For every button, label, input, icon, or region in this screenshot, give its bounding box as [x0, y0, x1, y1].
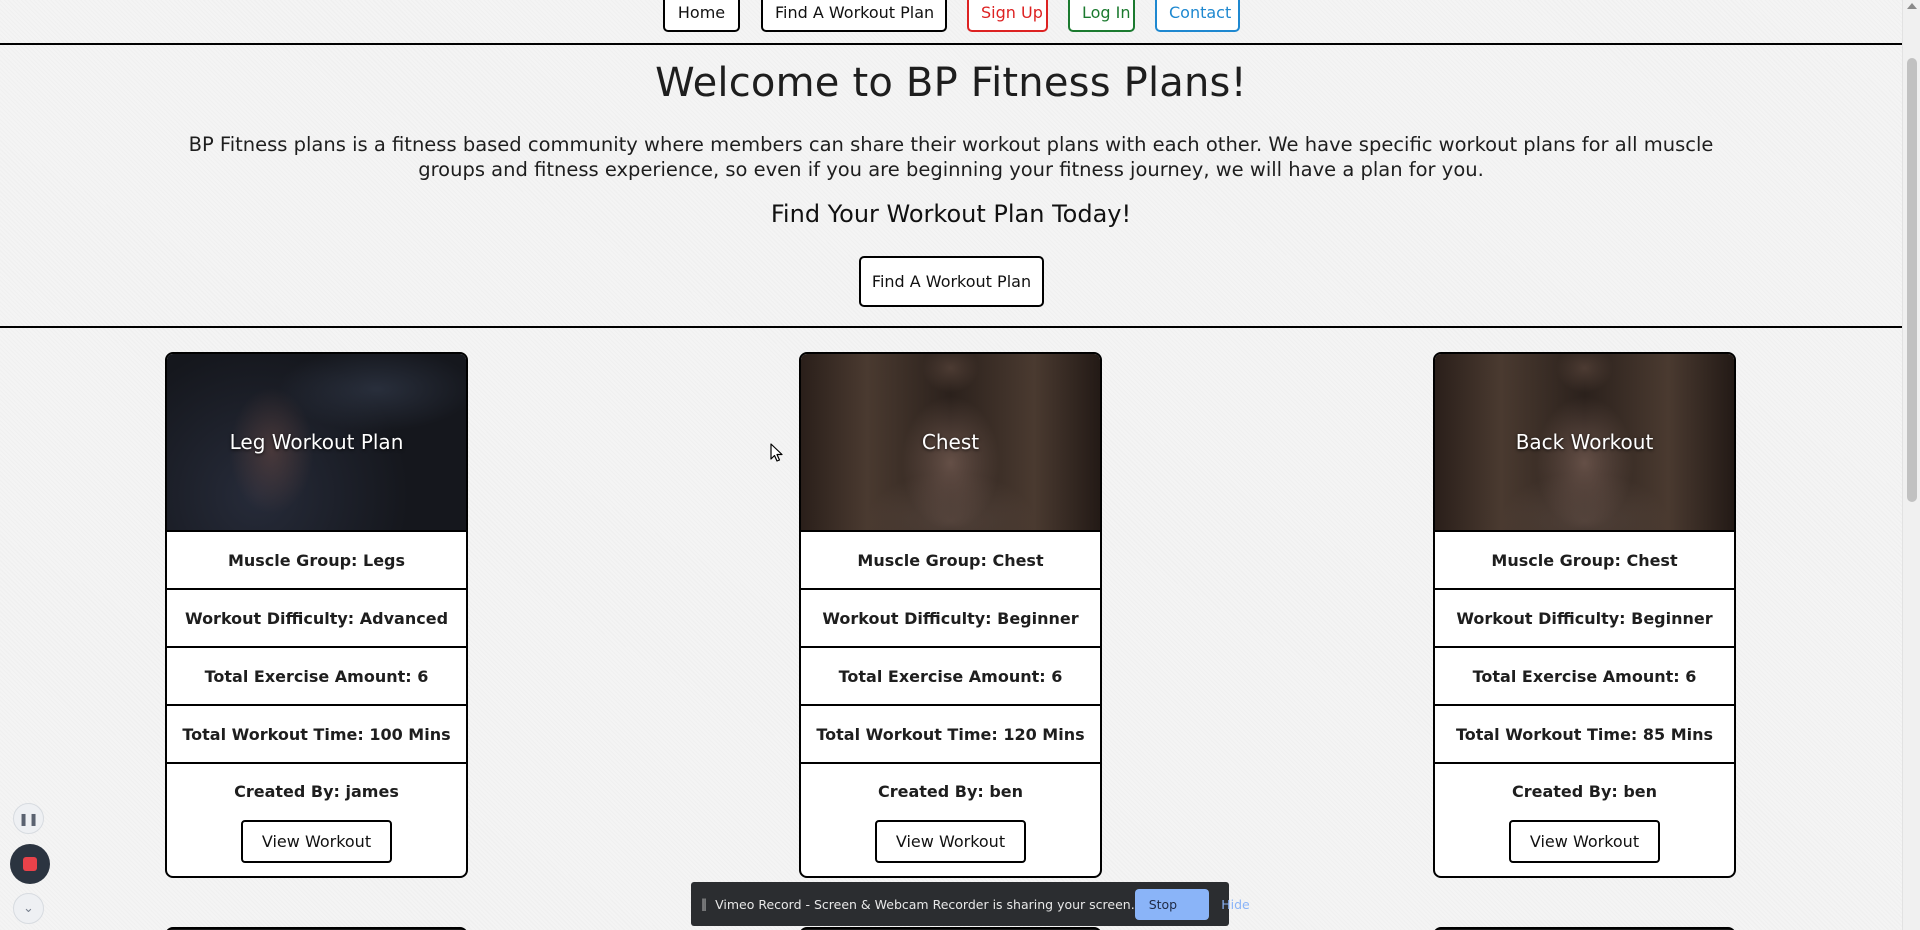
muscle-group: Muscle Group: Chest — [801, 530, 1100, 588]
workout-card-title: Leg Workout Plan — [229, 430, 404, 454]
hide-button[interactable]: Hide — [1221, 897, 1250, 912]
section-divider — [0, 326, 1902, 328]
stop-icon — [23, 857, 37, 871]
workout-difficulty: Workout Difficulty: Advanced — [167, 588, 466, 646]
pause-icon: ❚❚ — [18, 811, 39, 826]
workout-time: Total Workout Time: 85 Mins — [1435, 704, 1734, 762]
muscle-group: Muscle Group: Legs — [167, 530, 466, 588]
nav-home-button[interactable]: Home — [663, 0, 740, 32]
workout-difficulty: Workout Difficulty: Beginner — [801, 588, 1100, 646]
screen-sharing-bar: || Vimeo Record - Screen & Webcam Record… — [691, 882, 1250, 930]
card-footer: Created By: james View Workout — [167, 762, 466, 872]
recorder-collapse-button[interactable]: ⌄ — [13, 893, 44, 924]
view-workout-button[interactable]: View Workout — [875, 820, 1026, 863]
workout-card-image: Leg Workout Plan — [167, 354, 466, 530]
nav-signup-button[interactable]: Sign Up — [967, 0, 1048, 32]
nav-login-button[interactable]: Log In — [1068, 0, 1135, 32]
workout-card-image: Back Workout — [1435, 354, 1734, 530]
stop-sharing-button[interactable]: Stop sharing — [1134, 888, 1210, 930]
created-by: Created By: ben — [1511, 782, 1658, 801]
sharing-notice: Vimeo Record - Screen & Webcam Recorder … — [715, 896, 1135, 912]
workout-card-title: Back Workout — [1515, 430, 1654, 454]
muscle-group: Muscle Group: Chest — [1435, 530, 1734, 588]
page-title: Welcome to BP Fitness Plans! — [655, 60, 1247, 106]
exercise-amount: Total Exercise Amount: 6 — [801, 646, 1100, 704]
view-workout-button[interactable]: View Workout — [1509, 820, 1660, 863]
workout-card: Leg Workout Plan Muscle Group: Legs Work… — [165, 352, 468, 878]
scroll-up-arrow-icon[interactable] — [1907, 3, 1917, 9]
recorder-stop-button[interactable] — [10, 844, 50, 884]
scrollbar-thumb[interactable] — [1907, 58, 1917, 502]
created-by: Created By: james — [234, 782, 399, 801]
top-nav: Home Find A Workout Plan Sign Up Log In … — [0, 0, 1902, 45]
exercise-amount: Total Exercise Amount: 6 — [1435, 646, 1734, 704]
drag-handle-icon[interactable]: || — [701, 897, 707, 911]
workout-difficulty: Workout Difficulty: Beginner — [1435, 588, 1734, 646]
hero-find-workout-button[interactable]: Find A Workout Plan — [859, 256, 1044, 307]
workout-time: Total Workout Time: 120 Mins — [801, 704, 1100, 762]
workout-card-image: Chest — [801, 354, 1100, 530]
workout-card: Chest Muscle Group: Chest Workout Diffic… — [799, 352, 1102, 878]
nav-find-workout-button[interactable]: Find A Workout Plan — [761, 0, 947, 32]
created-by: Created By: ben — [877, 782, 1024, 801]
view-workout-button[interactable]: View Workout — [241, 820, 392, 863]
chevron-down-icon: ⌄ — [23, 901, 34, 916]
hero-description: BP Fitness plans is a fitness based comm… — [188, 133, 1714, 181]
hero-subtitle: Find Your Workout Plan Today! — [770, 200, 1132, 228]
mouse-cursor-icon — [770, 443, 783, 462]
workout-time: Total Workout Time: 100 Mins — [167, 704, 466, 762]
exercise-amount: Total Exercise Amount: 6 — [167, 646, 466, 704]
nav-contact-button[interactable]: Contact — [1155, 0, 1240, 32]
card-footer: Created By: ben View Workout — [1435, 762, 1734, 872]
page-scrollbar[interactable] — [1902, 0, 1920, 930]
workout-card-title: Chest — [921, 430, 980, 454]
workout-card: Back Workout Muscle Group: Chest Workout… — [1433, 352, 1736, 878]
card-footer: Created By: ben View Workout — [801, 762, 1100, 872]
recorder-pause-button[interactable]: ❚❚ — [13, 803, 44, 834]
